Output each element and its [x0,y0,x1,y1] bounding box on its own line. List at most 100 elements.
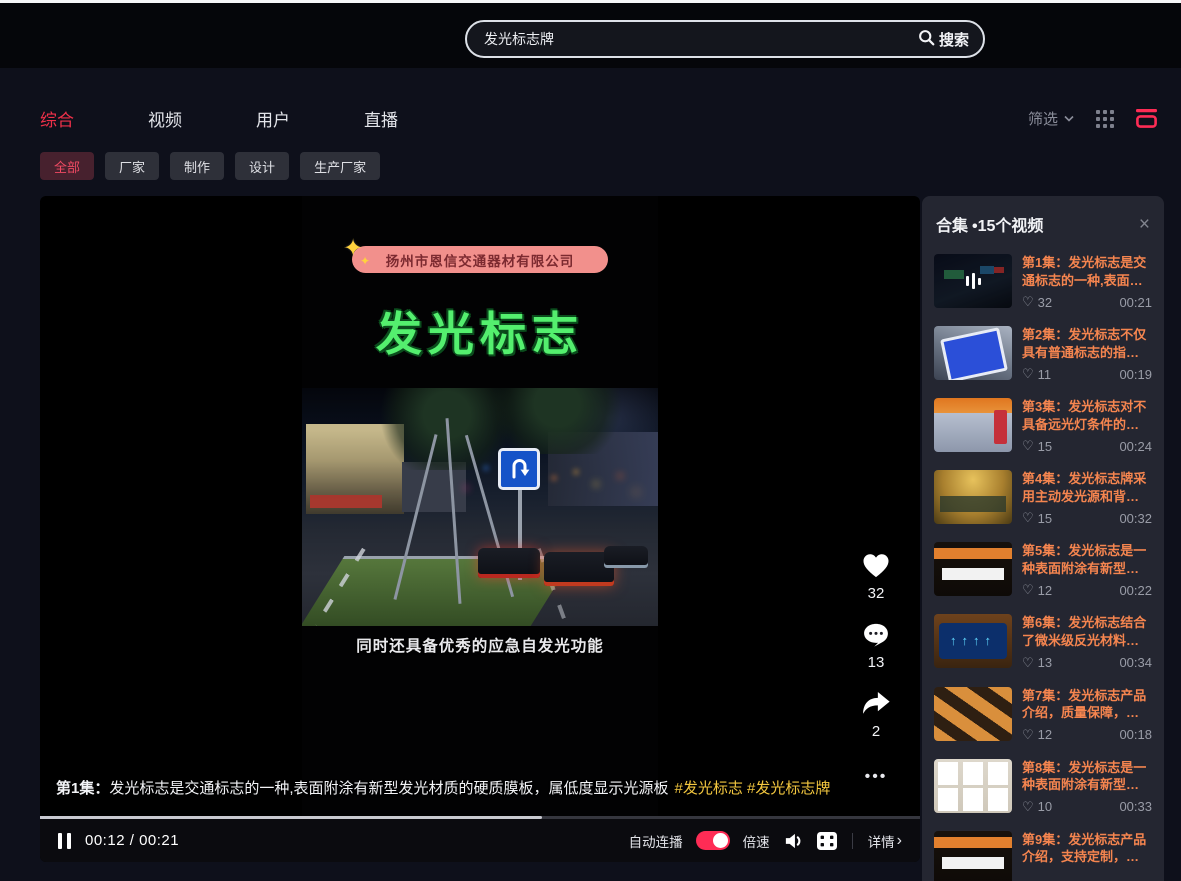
video-duration: 00:22 [1119,583,1152,598]
video-duration: 00:34 [1119,655,1152,670]
hashtag-links[interactable]: #发光标志 #发光标志牌 [675,780,831,797]
collection-header: 合集 •15个视频 × [922,196,1164,246]
video-thumbnail[interactable] [934,542,1012,596]
video-caption: 第1集：发光标志是交通标志的一种,表面附涂有新型发光材质的硬质膜板，属低度显示光… [56,778,844,801]
item-meta: ♡ 12 00:22 [1022,582,1152,598]
chevron-right-icon: › [897,833,902,849]
detail-link[interactable]: 详情 › [868,831,902,851]
video-thumbnail[interactable] [934,687,1012,741]
list-item[interactable]: 第9集：发光标志产品介绍，支持定制，欢迎来电 [922,823,1164,881]
list-item[interactable]: 第4集：发光标志牌采用主动发光源和背景反光材料 ♡ 15 00:32 [922,462,1164,534]
chevron-down-icon [1064,115,1074,122]
more-options-icon[interactable]: ••• [865,768,888,786]
pause-icon[interactable] [58,833,71,849]
video-player[interactable]: ✦ ✦ 扬州市恩信交通器材有限公司 发光标志 [40,196,920,862]
item-info: 第9集：发光标志产品介绍，支持定制，欢迎来电 [1022,831,1152,881]
item-info: 第7集：发光标志产品介绍，质量保障，欢迎咨询 ♡ 12 00:18 [1022,687,1152,743]
action-rail: 32 13 2 ••• [854,552,898,786]
chip-production-factory[interactable]: 生产厂家 [300,152,380,180]
collection-panel: 合集 •15个视频 × 第1集：发光标志是交通标志的一种,表面附涂有新型发光材质… [922,196,1164,881]
item-like-count: 15 [1038,439,1052,454]
video-duration: 00:24 [1119,439,1152,454]
search-button[interactable]: 搜索 [918,29,969,50]
heart-outline-icon: ♡ [1022,510,1034,526]
filter-dropdown[interactable]: 筛选 [1028,108,1074,129]
item-info: 第4集：发光标志牌采用主动发光源和背景反光材料 ♡ 15 00:32 [1022,470,1152,526]
item-title: 第5集：发光标志是一种表面附涂有新型发光材质 [1022,542,1152,577]
list-item[interactable]: 第6集：发光标志结合了微米级反光材料太阳能 ♡ 13 00:34 [922,606,1164,678]
tab-users[interactable]: 用户 [256,106,290,131]
filter-label: 筛选 [1028,108,1058,129]
chip-making[interactable]: 制作 [170,152,224,180]
item-title: 第6集：发光标志结合了微米级反光材料太阳能 [1022,614,1152,649]
video-thumbnail[interactable] [934,326,1012,380]
heart-outline-icon: ♡ [1022,294,1034,310]
item-meta: ♡ 32 00:21 [1022,294,1152,310]
list-item[interactable]: 第7集：发光标志产品介绍，质量保障，欢迎咨询 ♡ 12 00:18 [922,679,1164,751]
item-meta: ♡ 15 00:24 [1022,438,1152,454]
detail-label: 详情 [868,831,895,851]
item-title: 第1集：发光标志是交通标志的一种,表面附涂有新型发光材质的硬质膜板 [1022,254,1152,289]
like-heart-icon[interactable] [861,552,891,579]
heart-outline-icon: ♡ [1022,582,1034,598]
search-button-label: 搜索 [939,29,969,50]
video-duration: 00:21 [1119,295,1152,310]
comment-icon[interactable] [862,622,890,648]
video-duration: 00:33 [1119,799,1152,814]
tab-general[interactable]: 综合 [40,106,74,131]
video-thumbnail[interactable] [934,470,1012,524]
video-thumbnail[interactable] [934,831,1012,881]
video-thumbnail[interactable] [934,398,1012,452]
item-like-count: 12 [1038,727,1052,742]
chip-manufacturer[interactable]: 厂家 [105,152,159,180]
video-duration: 00:19 [1119,367,1152,382]
tab-live[interactable]: 直播 [364,106,398,131]
list-item[interactable]: 第3集：发光标志对不具备远光灯条件的非机动车 ♡ 15 00:24 [922,390,1164,462]
tab-videos[interactable]: 视频 [148,106,182,131]
search-bar: 搜索 [465,20,985,58]
video-thumbnail[interactable] [934,614,1012,668]
item-info: 第1集：发光标志是交通标志的一种,表面附涂有新型发光材质的硬质膜板 ♡ 32 0… [1022,254,1152,310]
street-photo [302,388,658,626]
web-fullscreen-icon[interactable] [817,832,837,850]
autoplay-toggle[interactable] [696,831,730,850]
scene-car [604,546,648,568]
single-column-view-icon[interactable] [1136,109,1157,128]
video-thumbnail[interactable] [934,759,1012,813]
comment-count: 13 [868,654,885,671]
list-item[interactable]: 第5集：发光标志是一种表面附涂有新型发光材质 ♡ 12 00:22 [922,534,1164,606]
chip-design[interactable]: 设计 [235,152,289,180]
item-like-count: 10 [1038,799,1052,814]
share-icon[interactable] [861,691,891,717]
controls-divider [852,833,853,849]
top-header: 搜索 [0,3,1181,68]
sparkle-icon: ✦ [360,254,370,268]
item-info: 第8集：发光标志是一种表面附涂有新型发光材质 ♡ 10 00:33 [1022,759,1152,815]
video-headline: 发光标志 [302,298,658,364]
list-item[interactable]: 第8集：发光标志是一种表面附涂有新型发光材质 ♡ 10 00:33 [922,751,1164,823]
item-title: 第7集：发光标志产品介绍，质量保障，欢迎咨询 [1022,687,1152,722]
grid-view-icon[interactable] [1096,110,1114,128]
list-item[interactable]: 第2集：发光标志不仅具有普通标志的指示功能 ♡ 11 00:19 [922,318,1164,390]
search-input[interactable] [484,31,918,47]
caption-text: 发光标志是交通标志的一种,表面附涂有新型发光材质的硬质膜板，属低度显示光源板 [109,780,668,797]
close-icon[interactable]: × [1139,215,1150,234]
collection-list: 第1集：发光标志是交通标志的一种,表面附涂有新型发光材质的硬质膜板 ♡ 32 0… [922,246,1164,881]
douyin-search-page: 搜索 综合 视频 用户 直播 筛选 全部 厂家 制作 设计 生产厂家 [0,0,1181,881]
chip-all[interactable]: 全部 [40,152,94,180]
uturn-traffic-sign [498,448,540,490]
speed-label[interactable]: 倍速 [743,831,770,851]
controls-right: 自动连播 倍速 详情 › [629,831,902,851]
item-title: 第8集：发光标志是一种表面附涂有新型发光材质 [1022,759,1152,794]
video-thumbnail[interactable] [934,254,1012,308]
item-like-count: 13 [1038,655,1052,670]
item-like-count: 32 [1038,295,1052,310]
filter-chips: 全部 厂家 制作 设计 生产厂家 [40,152,380,180]
autoplay-label: 自动连播 [629,831,683,851]
window-top-edge [0,0,1181,3]
list-item[interactable]: 第1集：发光标志是交通标志的一种,表面附涂有新型发光材质的硬质膜板 ♡ 32 0… [922,246,1164,318]
volume-icon[interactable] [783,831,804,851]
video-duration: 00:18 [1119,727,1152,742]
item-meta: ♡ 15 00:32 [1022,510,1152,526]
scene-tree [482,388,632,454]
